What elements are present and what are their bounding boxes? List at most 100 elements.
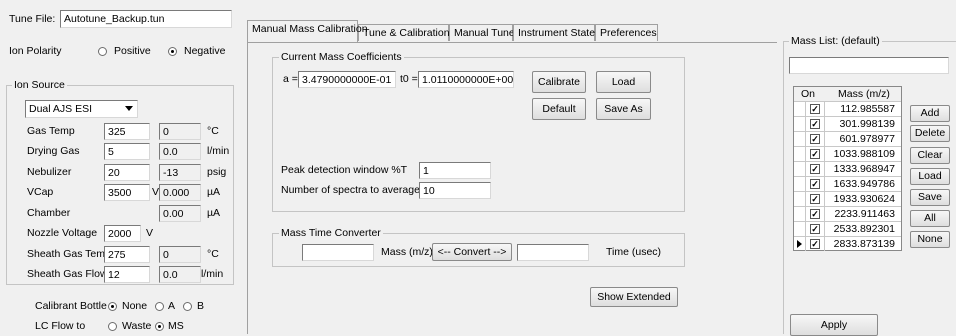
mass-value: 112.985587 [824,102,899,116]
clear-mass-button[interactable]: Clear [910,147,950,164]
time-input[interactable] [517,244,589,261]
mass-table-row[interactable]: ✓ 112.985587 [794,101,901,116]
nebulizer-setpoint[interactable]: 20 [104,164,150,181]
calibrant-bottle-label: Calibrant Bottle [35,300,107,312]
sheath-gas-temp-setpoint[interactable]: 275 [104,246,150,263]
tab-preferences[interactable]: Preferences [595,24,658,41]
row-selector[interactable] [794,102,806,116]
mass-list-title: Mass List: (default) [789,35,882,47]
calibrant-b-label: B [197,300,205,312]
a-value-input[interactable]: 3.4790000000E-01 [298,71,396,88]
coefficients-title: Current Mass Coefficients [279,51,404,63]
show-extended-button[interactable]: Show Extended [590,287,678,307]
mass-on-checkbox[interactable]: ✓ [810,134,820,144]
sheath-gas-flow-label: Sheath Gas Flow [27,268,108,280]
ion-source-select[interactable]: Dual AJS ESI [25,100,138,118]
mass-on-checkbox[interactable]: ✓ [810,179,820,189]
peak-window-input[interactable]: 1 [419,162,491,179]
row-selector[interactable] [794,222,806,236]
mass-table-row[interactable]: ✓ 1933.930624 [794,191,901,206]
default-button[interactable]: Default [532,98,586,120]
row-selector[interactable] [794,177,806,191]
load-coefficients-button[interactable]: Load [596,71,651,93]
add-mass-button[interactable]: Add [910,105,950,122]
ion-source-select-value: Dual AJS ESI [29,103,93,115]
spectra-average-input[interactable]: 10 [419,182,491,199]
mass-table-row[interactable]: ✓ 2833.873139 [794,236,901,251]
mass-label: Mass (m/z) [381,246,433,258]
a-label: a = [283,73,298,85]
load-mass-list-button[interactable]: Load [910,168,950,185]
time-label: Time (usec) [606,246,662,258]
positive-radio-label: Positive [114,45,151,57]
select-all-button[interactable]: All [910,210,950,227]
mass-value: 301.998139 [824,117,899,131]
mass-on-checkbox[interactable]: ✓ [810,149,820,159]
drying-gas-setpoint[interactable]: 5 [104,143,150,160]
mass-on-checkbox[interactable]: ✓ [810,119,820,129]
lc-ms-radio[interactable] [155,322,164,331]
save-mass-list-button[interactable]: Save [910,189,950,206]
left-panel: Tune File: Autotune_Backup.tun Ion Polar… [0,0,240,334]
sheath-gas-flow-unit: l/min [201,268,224,280]
vcap-setpoint[interactable]: 3500 [104,184,150,201]
row-selector[interactable] [794,147,806,161]
row-selector[interactable] [794,237,806,251]
row-selector[interactable] [794,132,806,146]
mass-value: 2533.892301 [824,222,899,236]
tab-manual-tune[interactable]: Manual Tune [449,24,515,41]
mass-value: 601.978977 [824,132,899,146]
nozzle-voltage-unit: V [146,227,154,239]
mass-on-checkbox[interactable]: ✓ [810,224,820,234]
row-selector[interactable] [794,117,806,131]
calibrant-a-radio[interactable] [155,302,164,311]
save-as-button[interactable]: Save As [596,98,651,120]
gas-temp-actual: 0 [159,123,201,140]
calibrant-none-radio[interactable] [108,302,117,311]
gas-temp-setpoint[interactable]: 325 [104,123,150,140]
delete-mass-button[interactable]: Delete [910,125,950,142]
mass-on-checkbox[interactable]: ✓ [810,104,820,114]
row-selector[interactable] [794,207,806,221]
nozzle-voltage-setpoint[interactable]: 2000 [104,225,141,242]
chamber-unit: µA [207,207,221,219]
apply-button[interactable]: Apply [790,314,878,336]
lc-waste-radio[interactable] [108,322,117,331]
mass-table-row[interactable]: ✓ 1633.949786 [794,176,901,191]
mass-on-checkbox[interactable]: ✓ [810,239,820,249]
mass-input[interactable] [302,244,374,261]
positive-radio[interactable] [98,47,107,56]
row-selector[interactable] [794,162,806,176]
mass-table-row[interactable]: ✓ 1033.988109 [794,146,901,161]
calibrate-button[interactable]: Calibrate [532,71,586,93]
column-mass: Mass (m/z) [838,88,890,100]
row-selector[interactable] [794,192,806,206]
mass-on-checkbox[interactable]: ✓ [810,209,820,219]
tab-manual-mass-calibration[interactable]: Manual Mass Calibration [247,20,368,42]
lc-waste-label: Waste [122,320,152,332]
mass-on-checkbox[interactable]: ✓ [810,164,820,174]
select-none-button[interactable]: None [910,231,950,248]
calibrant-none-label: None [122,300,148,312]
mass-table-row[interactable]: ✓ 301.998139 [794,116,901,131]
sheath-gas-flow-setpoint[interactable]: 12 [104,266,150,283]
tab-tune-calibration[interactable]: Tune & Calibration [358,24,450,41]
mass-table-row[interactable]: ✓ 1333.968947 [794,161,901,176]
negative-radio[interactable] [168,47,177,56]
tab-instrument-state[interactable]: Instrument State [513,24,595,41]
tune-file-label: Tune File: [9,13,56,25]
lc-flow-label: LC Flow to [35,320,86,332]
tune-file-input[interactable]: Autotune_Backup.tun [60,10,232,28]
mass-value: 1033.988109 [824,147,899,161]
mass-on-checkbox[interactable]: ✓ [810,194,820,204]
mass-list-filter-input[interactable] [789,57,949,74]
convert-button[interactable]: <-- Convert --> [432,243,512,261]
ion-polarity-label: Ion Polarity [9,45,62,57]
calibrant-b-radio[interactable] [183,302,192,311]
sheath-gas-flow-actual: 0.0 [159,266,201,283]
mass-table-row[interactable]: ✓ 601.978977 [794,131,901,146]
t0-value-input[interactable]: 1.0110000000E+00 [418,71,514,88]
vcap-unit: µA [207,186,221,198]
mass-table-row[interactable]: ✓ 2533.892301 [794,221,901,236]
mass-table-row[interactable]: ✓ 2233.911463 [794,206,901,221]
